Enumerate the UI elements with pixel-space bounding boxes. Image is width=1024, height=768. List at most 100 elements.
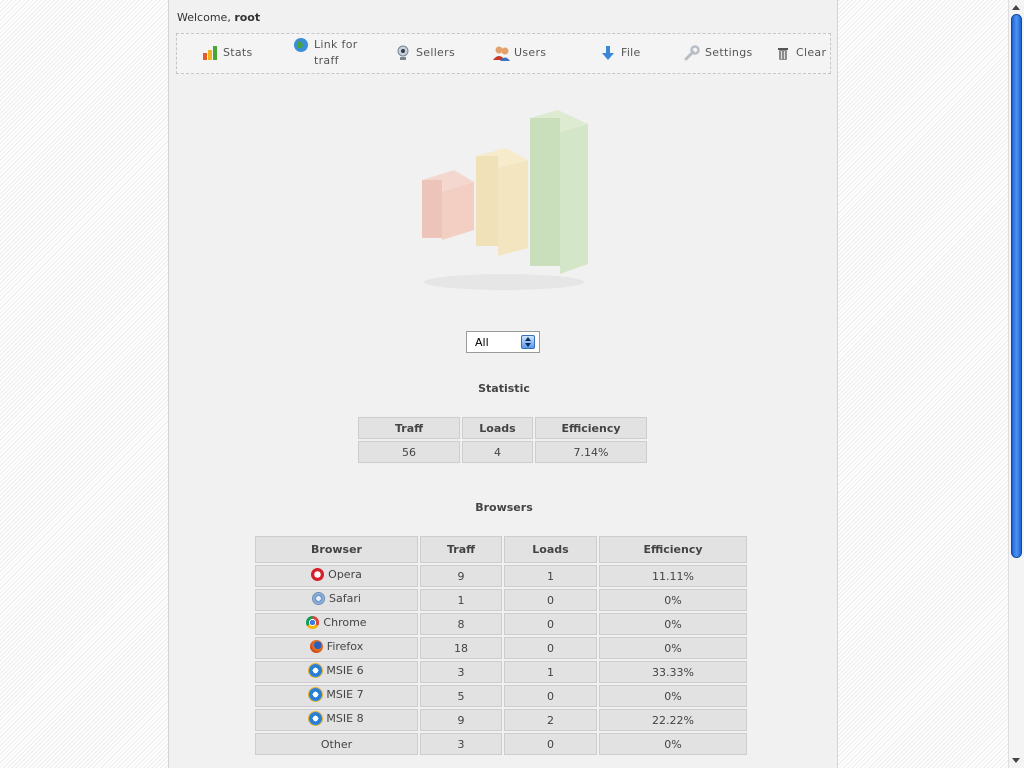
menu-item-settings[interactable]: Settings bbox=[684, 45, 753, 61]
cell-traff: 9 bbox=[420, 709, 502, 731]
table-row: Firefox 18 0 0% bbox=[255, 637, 747, 659]
menu-label: Link for traff bbox=[314, 37, 358, 69]
col-header-loads: Loads bbox=[462, 417, 533, 439]
menu-label-line2: traff bbox=[314, 54, 339, 67]
col-header-traff: Traff bbox=[358, 417, 460, 439]
cell-traff: 56 bbox=[358, 441, 460, 463]
cell-efficiency: 0% bbox=[599, 589, 747, 611]
cell-browser: MSIE 7 bbox=[255, 685, 418, 707]
cell-efficiency: 0% bbox=[599, 733, 747, 755]
menu-label-line1: Link for bbox=[314, 38, 358, 51]
menu-label: File bbox=[621, 46, 641, 59]
scroll-down-arrow-icon[interactable] bbox=[1011, 755, 1022, 766]
menu-label: Stats bbox=[223, 46, 253, 59]
cell-efficiency: 22.22% bbox=[599, 709, 747, 731]
col-header-browser: Browser bbox=[255, 536, 418, 563]
cell-efficiency: 0% bbox=[599, 613, 747, 635]
browser-name: MSIE 8 bbox=[326, 712, 364, 725]
menu-label: Settings bbox=[705, 46, 753, 59]
ie-icon bbox=[309, 664, 323, 677]
table-header-row: Traff Loads Efficiency bbox=[358, 417, 647, 439]
cell-traff: 1 bbox=[420, 589, 502, 611]
cell-traff: 9 bbox=[420, 565, 502, 587]
ie-icon bbox=[309, 712, 323, 725]
menu-label: Sellers bbox=[416, 46, 455, 59]
cell-loads: 4 bbox=[462, 441, 533, 463]
menu-item-stats[interactable]: Stats bbox=[202, 45, 253, 61]
menu-item-file[interactable]: File bbox=[600, 45, 641, 61]
menu-label: Clear bbox=[796, 46, 827, 59]
table-row: MSIE 6 3 1 33.33% bbox=[255, 661, 747, 683]
scrollbar-thumb[interactable] bbox=[1011, 14, 1022, 558]
table-row: Other 3 0 0% bbox=[255, 733, 747, 755]
table-row: MSIE 7 5 0 0% bbox=[255, 685, 747, 707]
cell-efficiency: 0% bbox=[599, 685, 747, 707]
filter-select-value: All bbox=[475, 336, 489, 349]
table-row: Safari 1 0 0% bbox=[255, 589, 747, 611]
firefox-icon bbox=[309, 640, 323, 653]
ie-icon bbox=[309, 688, 323, 701]
scroll-up-arrow-icon[interactable] bbox=[1011, 2, 1022, 13]
table-row: Chrome 8 0 0% bbox=[255, 613, 747, 635]
menu-item-sellers[interactable]: Sellers bbox=[395, 45, 455, 61]
cell-browser: Other bbox=[255, 733, 418, 755]
col-header-efficiency: Efficiency bbox=[535, 417, 647, 439]
download-arrow-icon bbox=[600, 45, 616, 61]
chrome-icon bbox=[306, 616, 320, 629]
select-arrows-icon[interactable] bbox=[521, 335, 535, 349]
cell-loads: 1 bbox=[504, 565, 597, 587]
cell-efficiency: 7.14% bbox=[535, 441, 647, 463]
cell-traff: 18 bbox=[420, 637, 502, 659]
menu-label: Users bbox=[514, 46, 547, 59]
vertical-scrollbar[interactable] bbox=[1008, 0, 1024, 768]
browser-name: Opera bbox=[328, 568, 362, 581]
webcam-icon bbox=[395, 45, 411, 61]
welcome-text: Welcome, root bbox=[177, 11, 260, 24]
menu-item-users[interactable]: Users bbox=[493, 45, 546, 61]
cell-loads: 0 bbox=[504, 613, 597, 635]
cell-loads: 0 bbox=[504, 733, 597, 755]
opera-icon bbox=[311, 568, 325, 581]
table-row: 56 4 7.14% bbox=[358, 441, 647, 463]
cell-loads: 1 bbox=[504, 661, 597, 683]
username: root bbox=[234, 11, 261, 24]
cell-efficiency: 11.11% bbox=[599, 565, 747, 587]
filter-select[interactable]: All bbox=[466, 331, 540, 353]
cell-browser: Firefox bbox=[255, 637, 418, 659]
welcome-prefix: Welcome, bbox=[177, 11, 235, 24]
safari-icon bbox=[312, 592, 326, 605]
table-row: Opera 9 1 11.11% bbox=[255, 565, 747, 587]
main-panel: Welcome, root Stats Link for traff Seller… bbox=[168, 0, 838, 768]
cell-traff: 5 bbox=[420, 685, 502, 707]
cell-traff: 3 bbox=[420, 661, 502, 683]
cell-traff: 8 bbox=[420, 613, 502, 635]
cell-efficiency: 33.33% bbox=[599, 661, 747, 683]
browsers-table: Browser Traff Loads Efficiency Opera 9 1… bbox=[253, 534, 749, 757]
cell-loads: 0 bbox=[504, 589, 597, 611]
cell-browser: MSIE 8 bbox=[255, 709, 418, 731]
browser-name: MSIE 6 bbox=[326, 664, 364, 677]
trash-can-icon bbox=[775, 45, 791, 61]
cell-browser: Chrome bbox=[255, 613, 418, 635]
browser-name: Safari bbox=[329, 592, 361, 605]
cell-traff: 3 bbox=[420, 733, 502, 755]
cell-loads: 0 bbox=[504, 637, 597, 659]
browser-name: Firefox bbox=[326, 640, 364, 653]
menu-item-link-for-traff[interactable]: Link for traff bbox=[293, 37, 358, 69]
bar-chart-icon bbox=[202, 45, 218, 61]
cell-loads: 0 bbox=[504, 685, 597, 707]
browsers-title: Browsers bbox=[475, 501, 533, 514]
cell-browser: MSIE 6 bbox=[255, 661, 418, 683]
col-header-loads: Loads bbox=[504, 536, 597, 563]
menu-item-clear[interactable]: Clear bbox=[775, 45, 826, 61]
users-icon bbox=[493, 45, 510, 61]
cell-loads: 2 bbox=[504, 709, 597, 731]
browser-name: MSIE 7 bbox=[326, 688, 364, 701]
cell-efficiency: 0% bbox=[599, 637, 747, 659]
statistic-table: Traff Loads Efficiency 56 4 7.14% bbox=[356, 415, 649, 465]
col-header-traff: Traff bbox=[420, 536, 502, 563]
stats-logo-image bbox=[414, 104, 594, 294]
globe-icon bbox=[293, 37, 309, 53]
table-header-row: Browser Traff Loads Efficiency bbox=[255, 536, 747, 563]
nav-menu: Stats Link for traff Sellers Users File bbox=[176, 33, 831, 74]
